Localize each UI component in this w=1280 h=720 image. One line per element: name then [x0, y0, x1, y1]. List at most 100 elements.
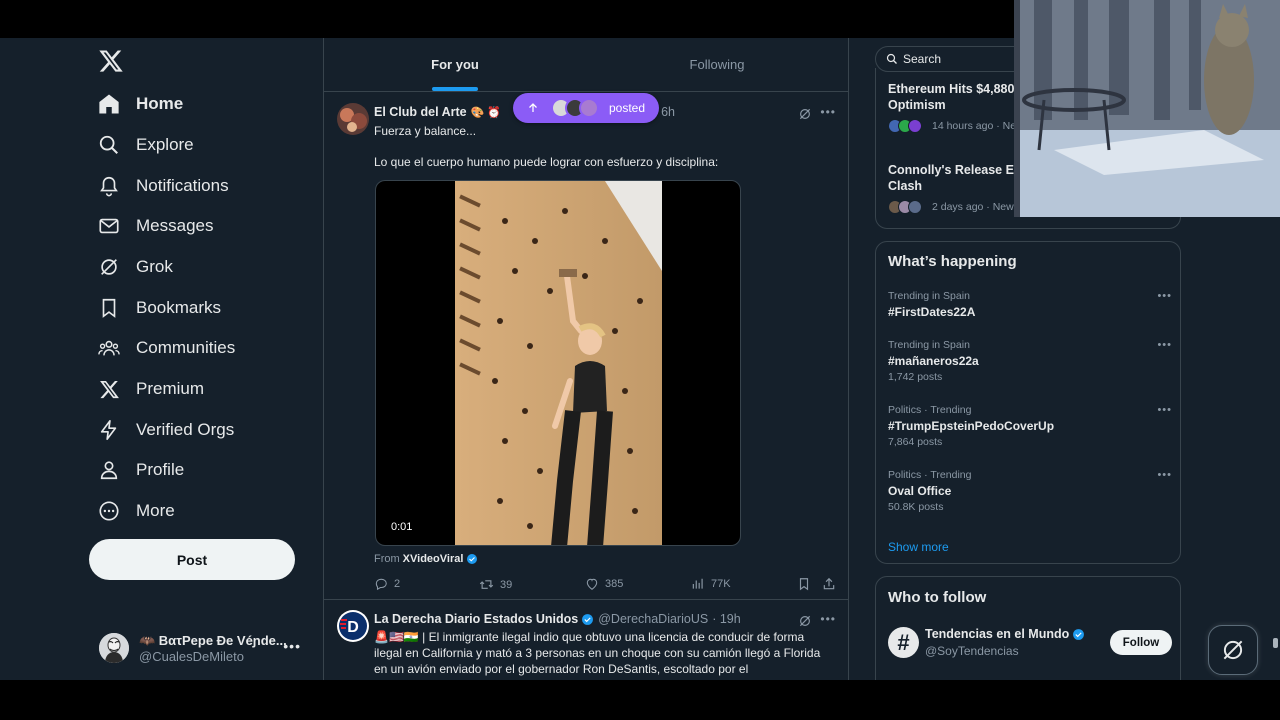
tweet-time[interactable]: · 19h [712, 612, 741, 626]
nav-profile-label: Profile [136, 460, 185, 479]
show-more-link[interactable]: Show more [888, 540, 949, 554]
avatar [99, 633, 129, 663]
bookmark-button[interactable] [797, 577, 811, 591]
feed-tabs: For you Following [324, 38, 848, 92]
nav-bookmarks[interactable]: Bookmarks [97, 288, 221, 328]
trend-item[interactable]: Politics · Trending Oval Office 50.8K po… [888, 469, 1172, 513]
grok-floating-button[interactable] [1208, 625, 1258, 675]
trend-context: Politics · Trending [888, 469, 972, 481]
grok-icon [1223, 640, 1243, 660]
trend-posts: 7,864 posts [888, 436, 943, 448]
nav-messages-label: Messages [136, 216, 214, 235]
repost-count: 39 [500, 578, 513, 591]
follow-suggestion[interactable]: # Tendencias en el Mundo @SoyTendencias … [888, 625, 1172, 661]
views-button[interactable]: 77K [691, 577, 731, 591]
webcam-image [1014, 0, 1280, 217]
nav-communities[interactable]: Communities [97, 328, 235, 368]
nav-premium[interactable]: Premium [97, 369, 204, 409]
more-circle-icon [97, 499, 121, 523]
account-switcher[interactable]: 🦇 ΒατPepe Đe Véɲde... @CualesDeMileto ••… [99, 628, 313, 668]
nav-more[interactable]: More [97, 491, 175, 531]
news-meta-text: 2 days ago · News [932, 201, 1019, 213]
main-feed: For you Following El Club del Arte 🎨 ⏰ 6… [323, 38, 849, 680]
x-logo-icon[interactable] [98, 48, 124, 74]
trend-context: Trending in Spain [888, 290, 970, 302]
trend-posts: 50.8K posts [888, 501, 944, 513]
mail-icon [97, 214, 121, 238]
trend-item[interactable]: Trending in Spain #mañaneros22a 1,742 po… [888, 339, 1172, 383]
nav-explore[interactable]: Explore [97, 125, 194, 165]
suggestion-handle: @SoyTendencias [925, 644, 1019, 658]
avatar[interactable]: D [337, 610, 369, 642]
communities-icon [97, 336, 121, 360]
nav-bookmarks-label: Bookmarks [136, 298, 222, 317]
bottom-letterbox [0, 680, 1280, 720]
nav-profile[interactable]: Profile [97, 450, 184, 490]
like-count: 385 [605, 578, 624, 590]
nav-verified-orgs-label: Verified Orgs [136, 420, 235, 439]
from-account-link[interactable]: XVideoViral [403, 553, 464, 565]
trend-name: #FirstDates22A [888, 305, 976, 319]
tweet[interactable]: D La Derecha Diario Estados Unidos @Dere… [324, 600, 848, 680]
tweet-more-icon[interactable]: ••• [820, 612, 836, 626]
post-button[interactable]: Post [89, 539, 295, 580]
grok-icon[interactable] [798, 614, 814, 630]
tweet-more-icon[interactable]: ••• [820, 105, 836, 119]
trend-more-icon[interactable]: ••• [1157, 469, 1172, 481]
tweet-author-handle[interactable]: @DerechaDiarioUS [598, 612, 708, 626]
tweet-text: Lo que el cuerpo humano puede lograr con… [374, 155, 719, 169]
like-button[interactable]: 385 [585, 577, 623, 591]
trend-more-icon[interactable]: ••• [1157, 290, 1172, 302]
from-label: From [374, 553, 400, 565]
emoji-badges: 🎨 ⏰ [470, 106, 502, 119]
video-timestamp: 0:01 [391, 521, 413, 533]
nav-verified-orgs[interactable]: Verified Orgs [97, 410, 234, 450]
new-posts-pill[interactable]: posted [513, 93, 659, 123]
tab-following[interactable]: Following [586, 38, 848, 91]
verified-badge-icon [467, 554, 478, 564]
grok-icon[interactable] [798, 107, 814, 123]
trend-more-icon[interactable]: ••• [1157, 404, 1172, 416]
tab-for-you[interactable]: For you [324, 38, 586, 91]
hashtag-avatar-icon: # [888, 627, 919, 658]
nav-more-label: More [136, 501, 175, 520]
webcam-overlay [1014, 0, 1280, 217]
nav-notifications[interactable]: Notifications [97, 166, 229, 206]
view-count: 77K [711, 578, 731, 590]
trend-more-icon[interactable]: ••• [1157, 339, 1172, 351]
nav-home-label: Home [136, 94, 184, 113]
tweet-video[interactable]: 0:01 [375, 180, 741, 546]
repost-icon [479, 580, 494, 589]
tweet-author-name[interactable]: La Derecha Diario Estados Unidos [374, 612, 578, 626]
repost-button[interactable]: 39 [479, 577, 512, 592]
nav-explore-label: Explore [136, 135, 194, 154]
avatar[interactable] [337, 103, 369, 135]
tweet[interactable]: El Club del Arte 🎨 ⏰ 6h ••• Fuerza y bal… [324, 93, 848, 600]
lightning-icon [97, 418, 121, 442]
nav-communities-label: Communities [136, 338, 236, 357]
trend-item[interactable]: Trending in Spain #FirstDates22A ••• [888, 290, 1172, 319]
follow-button[interactable]: Follow [1110, 630, 1172, 655]
share-button[interactable] [822, 577, 836, 591]
nav-home[interactable]: Home [97, 84, 183, 124]
trend-context: Politics · Trending [888, 404, 972, 416]
reply-icon [375, 578, 387, 591]
account-more-icon[interactable]: ••• [283, 638, 301, 654]
video-frame [455, 181, 662, 545]
nav-grok[interactable]: Grok [97, 247, 173, 287]
trend-item[interactable]: Politics · Trending #TrumpEpsteinPedoCov… [888, 404, 1172, 448]
who-to-follow-card: Who to follow # Tendencias en el Mundo @… [875, 576, 1181, 680]
heart-icon [586, 578, 598, 590]
nav-messages[interactable]: Messages [97, 206, 213, 246]
tweet-header: La Derecha Diario Estados Unidos @Derech… [374, 612, 741, 626]
x-icon [97, 377, 121, 401]
svg-text:D: D [347, 619, 359, 636]
tweet-author-name[interactable]: El Club del Arte [374, 105, 467, 119]
who-to-follow-title: Who to follow [888, 589, 987, 606]
scrollbar-thumb[interactable] [1273, 638, 1278, 648]
reply-button[interactable]: 2 [374, 577, 400, 591]
views-chart-icon [692, 578, 703, 589]
tweet-time[interactable]: 6h [661, 105, 675, 119]
tweet-text: Fuerza y balance... [374, 124, 477, 138]
whats-happening-title: What’s happening [888, 253, 1017, 270]
